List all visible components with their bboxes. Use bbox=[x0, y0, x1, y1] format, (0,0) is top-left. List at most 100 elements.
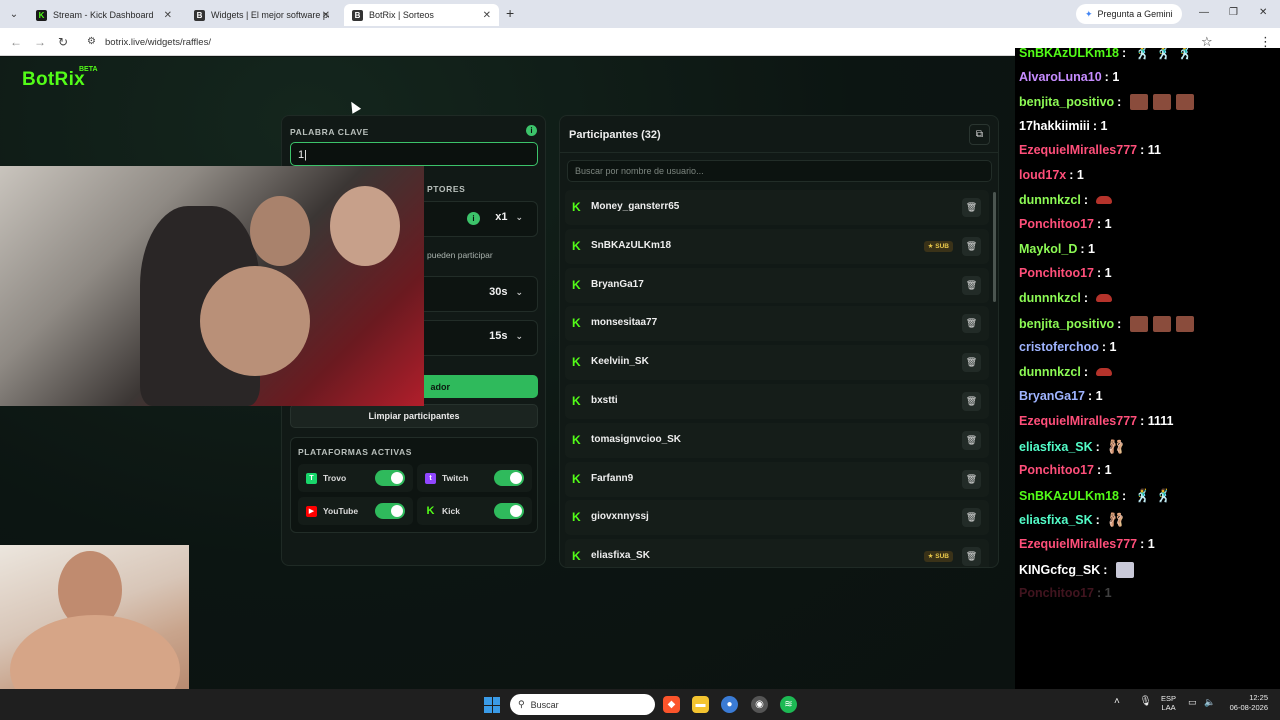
clock[interactable]: 12:25 06-08-2026 bbox=[1222, 693, 1268, 713]
trash-icon[interactable]: 🗑 bbox=[962, 314, 981, 334]
platform-name: Kick bbox=[442, 506, 460, 516]
brave-icon[interactable]: ◆ bbox=[663, 696, 680, 713]
chat-message: AlvaroLuna10: 1 bbox=[1019, 70, 1119, 84]
youtube-toggle[interactable] bbox=[375, 503, 405, 519]
trash-icon[interactable]: 🗑 bbox=[962, 236, 981, 256]
emote-icon: 🕺 bbox=[1134, 48, 1151, 60]
tab-botrix-sorteos[interactable]: B BotRix | Sorteos ✕ bbox=[344, 4, 499, 26]
kick-toggle[interactable] bbox=[494, 503, 524, 519]
kick-icon: K bbox=[572, 200, 581, 214]
taskbar-search[interactable]: ⚲ Buscar bbox=[510, 694, 655, 715]
chat-username: SnBKAzULKm18 bbox=[1019, 48, 1120, 60]
duration-select[interactable]: 15s ⌄ bbox=[489, 330, 523, 342]
maximize-icon[interactable]: ❐ bbox=[1229, 7, 1238, 18]
chat-separator: : bbox=[1083, 291, 1092, 305]
chat-text: 1 bbox=[1104, 217, 1112, 232]
lang-bottom: LAA bbox=[1161, 703, 1176, 712]
platform-name: YouTube bbox=[323, 506, 359, 516]
search-icon: ⚲ bbox=[518, 699, 525, 709]
chat-username: EzequielMiralles777 bbox=[1019, 414, 1138, 428]
chat-separator: : bbox=[1080, 241, 1088, 256]
chat-text: 1 bbox=[1100, 118, 1108, 133]
chevron-up-icon[interactable]: ˄ bbox=[1114, 696, 1120, 707]
emote-icon bbox=[1175, 94, 1194, 111]
trash-icon[interactable]: 🗑 bbox=[962, 508, 981, 528]
participant-row: Ktomasignvcioo_SK 🗑 bbox=[565, 422, 989, 458]
scrollbar[interactable] bbox=[993, 192, 996, 302]
minimize-icon[interactable]: — bbox=[1199, 7, 1209, 18]
trash-icon[interactable]: 🗑 bbox=[962, 391, 981, 411]
trash-icon[interactable]: 🗑 bbox=[962, 469, 981, 489]
info-icon[interactable]: i bbox=[526, 125, 537, 136]
site-info-icon[interactable]: ⚙ bbox=[87, 36, 96, 47]
keyword-input[interactable]: 1| bbox=[290, 142, 538, 166]
twitch-toggle[interactable] bbox=[494, 470, 524, 486]
close-window-icon[interactable]: ✕ bbox=[1259, 7, 1267, 18]
chat-text: 1 bbox=[1088, 241, 1095, 256]
timer-select[interactable]: 30s ⌄ bbox=[489, 286, 523, 298]
chat-username: dunnnkzcl bbox=[1019, 192, 1081, 207]
close-tab-icon[interactable]: ✕ bbox=[164, 10, 172, 21]
chat-separator: : bbox=[1122, 488, 1130, 503]
chat-message: Ponchitoo17: 1 bbox=[1019, 266, 1112, 280]
file-explorer-icon[interactable]: ▬ bbox=[692, 696, 709, 713]
chat-username: Ponchitoo17 bbox=[1019, 586, 1095, 601]
kick-icon: K bbox=[572, 238, 581, 253]
emote-icon: 🩰 bbox=[1108, 438, 1125, 454]
gemini-button[interactable]: ✦ Pregunta a Gemini bbox=[1076, 4, 1182, 24]
chat-username: Maykol_D bbox=[1019, 241, 1078, 256]
taskbar-search-placeholder: Buscar bbox=[530, 699, 559, 710]
microphone-icon[interactable]: 🎙 bbox=[1139, 696, 1152, 707]
trash-icon[interactable]: 🗑 bbox=[962, 430, 981, 450]
url-field[interactable]: botrix.live/widgets/raffles/ bbox=[105, 37, 211, 48]
tab-widgets[interactable]: B Widgets | El mejor software pa ✕ bbox=[186, 4, 338, 26]
face-shape bbox=[200, 266, 310, 376]
copy-icon[interactable]: ⧉ bbox=[969, 124, 990, 145]
chat-username: loud17x bbox=[1019, 168, 1067, 182]
back-icon[interactable]: ← bbox=[10, 35, 22, 49]
network-icon[interactable]: ▭ bbox=[1188, 697, 1197, 708]
chat-separator: : bbox=[1083, 192, 1092, 207]
chat-message: SnBKAzULKm18: 🕺 🕺 🕺 bbox=[1019, 48, 1193, 61]
botrix-logo[interactable]: BotRix bbox=[22, 69, 85, 91]
participants-title: Participantes (32) bbox=[569, 129, 661, 141]
chat-message: BryanGa17: 1 bbox=[1019, 389, 1103, 403]
emote-icon bbox=[1096, 367, 1113, 376]
spotify-icon[interactable]: ≋ bbox=[780, 696, 797, 713]
close-tab-icon[interactable]: ✕ bbox=[322, 10, 330, 21]
participant-search-input[interactable]: Buscar por nombre de usuario... bbox=[567, 160, 992, 182]
trash-icon[interactable]: 🗑 bbox=[962, 547, 981, 567]
multiplier-select[interactable]: x1 ⌄ bbox=[495, 211, 523, 223]
tab-kick-dashboard[interactable]: K Stream - Kick Dashboard ✕ bbox=[28, 4, 180, 26]
chat-separator: : bbox=[1097, 586, 1105, 601]
emote-icon: 🩰 bbox=[1108, 512, 1125, 528]
windows-start-icon[interactable] bbox=[484, 697, 500, 713]
trash-icon[interactable]: 🗑 bbox=[962, 198, 981, 217]
obs-icon[interactable]: ◉ bbox=[751, 696, 768, 713]
chat-username: Ponchitoo17 bbox=[1019, 266, 1095, 281]
chat-username: eliasfixa_SK bbox=[1019, 439, 1093, 454]
info-icon[interactable]: i bbox=[467, 212, 480, 225]
tab-title: BotRix | Sorteos bbox=[369, 10, 434, 20]
volume-icon[interactable]: 🔈 bbox=[1204, 697, 1215, 708]
new-tab-icon[interactable]: + bbox=[506, 5, 514, 21]
chat-separator: : bbox=[1117, 316, 1125, 331]
chat-message: benjita_positivo: bbox=[1019, 315, 1194, 332]
clear-participants-button[interactable]: Limpiar participantes bbox=[290, 404, 538, 428]
chat-text: 1 bbox=[1112, 69, 1120, 84]
participant-name: Money_gansterr65 bbox=[591, 201, 680, 212]
close-tab-icon[interactable]: ✕ bbox=[483, 10, 491, 21]
chat-separator: : bbox=[1092, 118, 1101, 133]
trash-icon[interactable]: 🗑 bbox=[962, 275, 981, 295]
reload-icon[interactable]: ↻ bbox=[58, 35, 68, 49]
tab-search-icon[interactable]: ⌄ bbox=[6, 6, 22, 22]
language-indicator[interactable]: ESP LAA bbox=[1161, 694, 1176, 712]
forward-icon[interactable]: → bbox=[34, 35, 46, 49]
platform-name: Trovo bbox=[323, 473, 347, 483]
participants-panel: Participantes (32) ⧉ Buscar por nombre d… bbox=[559, 115, 999, 568]
gemini-label: Pregunta a Gemini bbox=[1097, 9, 1173, 19]
trash-icon[interactable]: 🗑 bbox=[962, 353, 981, 373]
trovo-toggle[interactable] bbox=[375, 470, 405, 486]
chat-message: dunnnkzcl: bbox=[1019, 365, 1113, 379]
chrome-icon[interactable]: ● bbox=[721, 696, 738, 713]
